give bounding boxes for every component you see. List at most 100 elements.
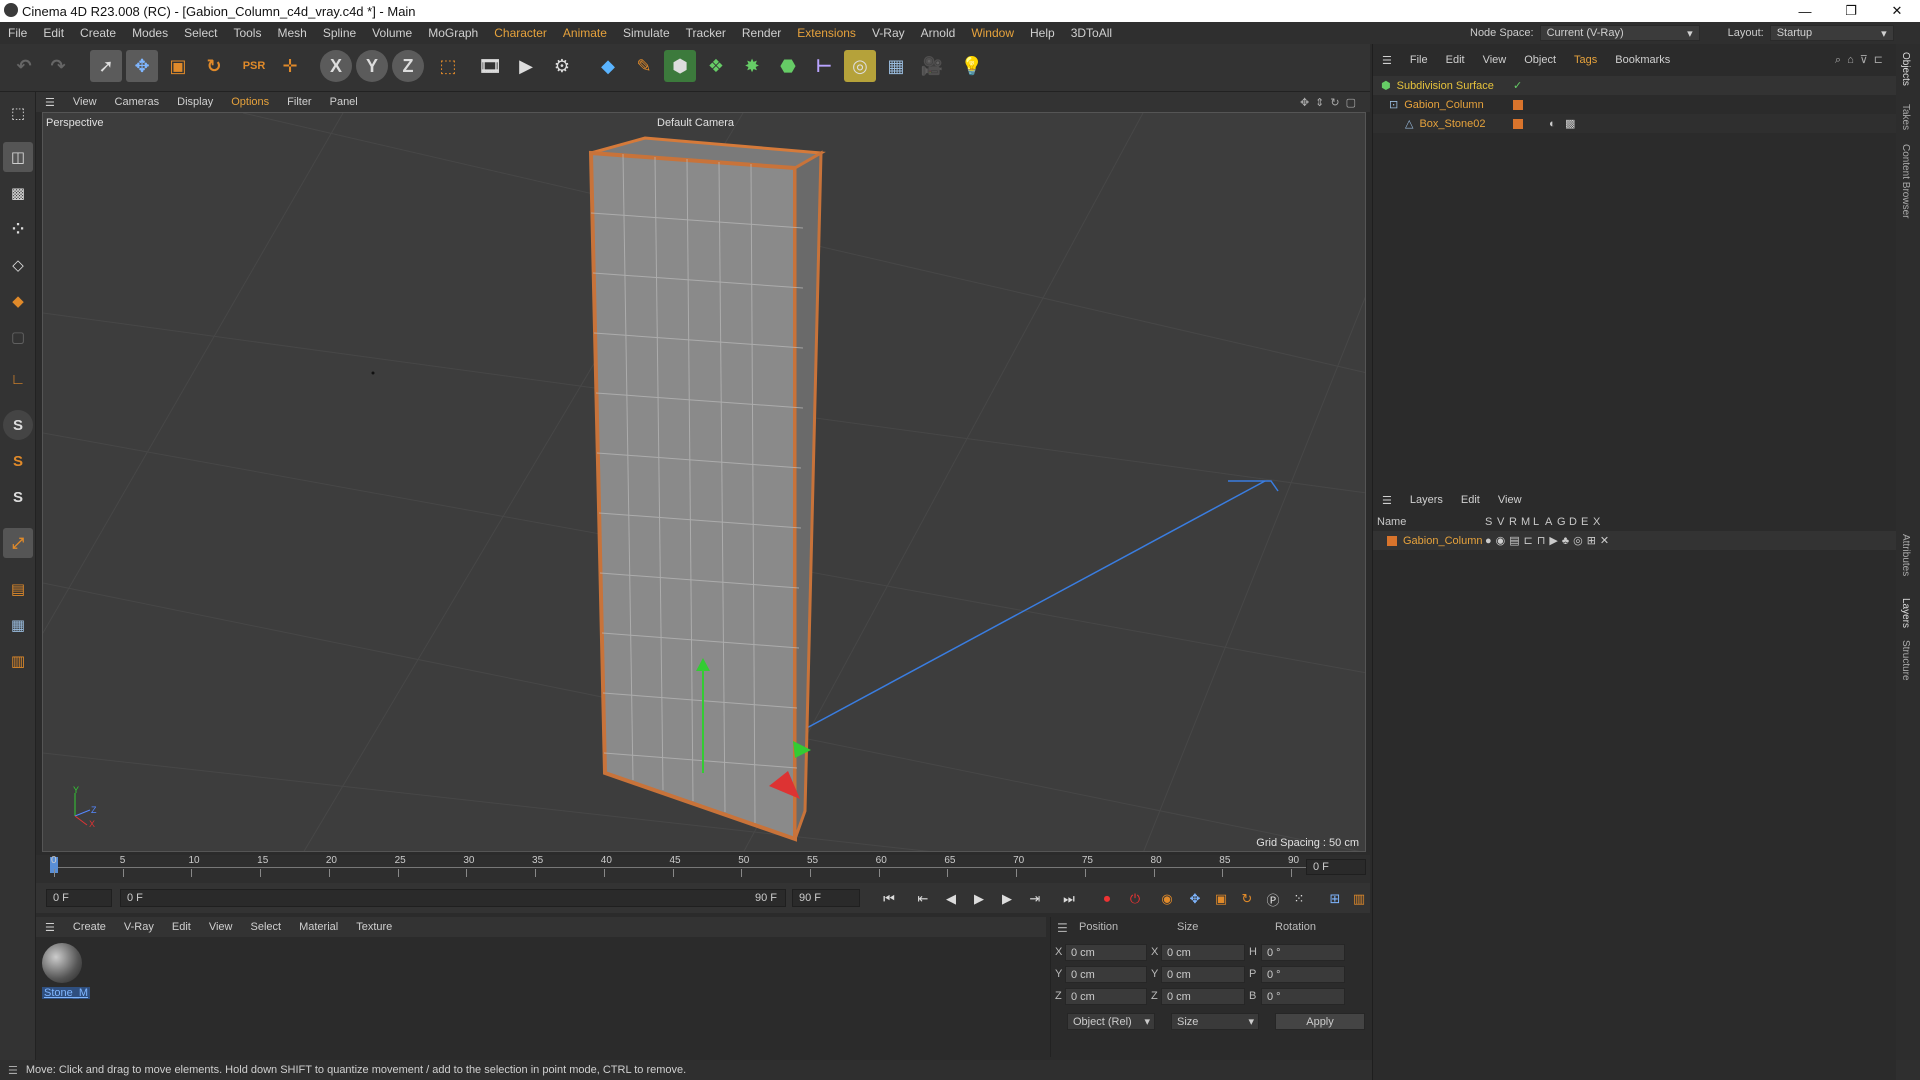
mograph-cloner-icon[interactable]: ✸ [736, 50, 768, 82]
subdivision-surface-icon[interactable]: ⬢ [664, 50, 696, 82]
object-menu-view[interactable]: View [1474, 54, 1516, 66]
material-menu-edit[interactable]: Edit [163, 921, 200, 933]
previous-frame-icon[interactable]: ◀ [940, 889, 962, 909]
x-axis-lock-button[interactable]: X [320, 50, 352, 82]
menu-tools[interactable]: Tools [225, 26, 269, 40]
camera-icon[interactable]: 🎥 [916, 50, 948, 82]
axis-mode-icon[interactable]: ∟ [3, 364, 33, 394]
viewport-menu-options[interactable]: Options [222, 96, 278, 108]
minimize-button[interactable]: — [1782, 0, 1828, 22]
move-icon[interactable]: ✥ [126, 50, 158, 82]
layer-flag-icons[interactable]: ●◉▤⊏⊓▶♣◎⊞✕ [1485, 534, 1613, 547]
deformer-icon[interactable]: ⬣ [772, 50, 804, 82]
restore-button[interactable]: ❐ [1828, 0, 1874, 22]
snap-icon[interactable]: S [3, 410, 33, 440]
menu-spline[interactable]: Spline [315, 26, 364, 40]
pen-spline-icon[interactable]: ✎ [628, 50, 660, 82]
menu-create[interactable]: Create [72, 26, 124, 40]
next-frame-icon[interactable]: ▶ [996, 889, 1018, 909]
material-menu-material[interactable]: Material [290, 921, 347, 933]
menu-character[interactable]: Character [486, 26, 555, 40]
model-mode-icon[interactable]: ◫ [3, 142, 33, 172]
layers-menu-view[interactable]: View [1489, 494, 1531, 506]
viewport-menu-view[interactable]: View [64, 96, 106, 108]
layers-menu-edit[interactable]: Edit [1452, 494, 1489, 506]
menu-help[interactable]: Help [1022, 26, 1063, 40]
object-menu-bookmarks[interactable]: Bookmarks [1606, 54, 1679, 66]
key-parameter-icon[interactable]: Ⓟ [1262, 889, 1284, 909]
scale-icon[interactable]: ▣ [162, 50, 194, 82]
coordinate-system-icon[interactable]: ⬚ [432, 50, 464, 82]
menu-mesh[interactable]: Mesh [269, 26, 314, 40]
light-icon[interactable]: 💡 [956, 50, 988, 82]
go-to-start-icon[interactable]: ⏮ [878, 889, 900, 909]
menu-tracker[interactable]: Tracker [678, 26, 734, 40]
layer-color-swatch[interactable] [1387, 535, 1397, 546]
object-manager-tool-icons[interactable]: ⌕⌂⊽⊏ [1835, 53, 1889, 67]
layer-row-gabion-column[interactable]: Gabion_Column ●◉▤⊏⊓▶♣◎⊞✕ [1373, 531, 1897, 550]
gabion-column-model[interactable] [588, 136, 826, 842]
menu-select[interactable]: Select [176, 26, 225, 40]
start-frame-field[interactable]: 0 F [46, 889, 112, 907]
camera-label[interactable]: Default Camera [657, 117, 734, 129]
key-pla-icon[interactable]: ⁙ [1288, 889, 1310, 909]
checker-tag-icon[interactable]: ▩ [1565, 117, 1575, 130]
material-menu-select[interactable]: Select [242, 921, 291, 933]
go-to-end-icon[interactable]: ⏭ [1058, 889, 1080, 909]
object-menu-object[interactable]: Object [1515, 54, 1565, 66]
menu-file[interactable]: File [0, 26, 35, 40]
recent-tool-icon[interactable]: ✛ [274, 50, 306, 82]
layer-color-swatch[interactable] [1513, 118, 1523, 129]
material-tag-icon[interactable]: ◐ [1549, 118, 1556, 130]
polygons-mode-icon[interactable]: ◆ [3, 286, 33, 316]
perspective-viewport[interactable]: Perspective Default Camera Grid Spacing … [42, 112, 1366, 852]
rotation-b-field[interactable]: 0 ° [1261, 988, 1345, 1005]
layout-dropdown[interactable]: Startup ▾ [1769, 25, 1894, 41]
menu-animate[interactable]: Animate [555, 26, 615, 40]
cube-object-icon[interactable]: ◆ [592, 50, 624, 82]
rotation-h-field[interactable]: 0 ° [1261, 944, 1345, 961]
layer-color-swatch[interactable] [1513, 99, 1523, 110]
previous-key-icon[interactable]: ⇤ [912, 889, 934, 909]
node-space-dropdown[interactable]: Current (V-Ray) ▾ [1539, 25, 1700, 41]
object-menu-file[interactable]: File [1401, 54, 1437, 66]
viewport-menu-display[interactable]: Display [168, 96, 222, 108]
object-row-box-stone02[interactable]: △ Box_Stone02 ◐ ▩ [1373, 114, 1897, 133]
y-axis-lock-button[interactable]: Y [356, 50, 388, 82]
render-view-icon[interactable]: ▶ [510, 50, 542, 82]
hamburger-icon[interactable]: ☰ [0, 1064, 26, 1077]
grid-icon[interactable]: ▦ [3, 610, 33, 640]
render-region-icon[interactable]: 🎞 [474, 50, 506, 82]
end-frame-field[interactable]: 90 F [792, 889, 860, 907]
size-z-field[interactable]: 0 cm [1161, 988, 1245, 1005]
key-rotation-icon[interactable]: ↻ [1236, 889, 1258, 909]
object-menu-tags[interactable]: Tags [1565, 54, 1606, 66]
tab-objects[interactable]: Objects [1900, 52, 1911, 86]
menu-window[interactable]: Window [963, 26, 1022, 40]
menu-edit[interactable]: Edit [35, 26, 72, 40]
record-icon[interactable]: ⏺ [1096, 889, 1118, 909]
film-icon[interactable]: ▥ [1348, 889, 1370, 909]
object-menu-edit[interactable]: Edit [1437, 54, 1474, 66]
hamburger-icon[interactable]: ☰ [36, 96, 64, 109]
coordinate-mode-dropdown[interactable]: Object (Rel) ▾ [1067, 1013, 1155, 1030]
object-row-gabion-column[interactable]: ⊡ Gabion_Column [1373, 95, 1897, 114]
field-icon[interactable]: ◎ [844, 50, 876, 82]
position-z-field[interactable]: 0 cm [1065, 988, 1147, 1005]
hamburger-icon[interactable]: ☰ [1373, 54, 1401, 67]
render-settings-icon[interactable]: ⚙ [546, 50, 578, 82]
hamburger-icon[interactable]: ☰ [1373, 494, 1401, 507]
viewport-menu-panel[interactable]: Panel [321, 96, 367, 108]
autokey-icon[interactable]: ⏻ [1124, 889, 1146, 909]
menu-vray[interactable]: V-Ray [864, 26, 913, 40]
enabled-check-icon[interactable]: ✓ [1513, 79, 1522, 92]
bend-deformer-icon[interactable]: ⊢ [808, 50, 840, 82]
material-menu-vray[interactable]: V-Ray [115, 921, 163, 933]
close-button[interactable]: ✕ [1874, 0, 1920, 22]
tab-content-browser[interactable]: Content Browser [1900, 144, 1911, 218]
viewport-menu-cameras[interactable]: Cameras [106, 96, 169, 108]
schedule-icon[interactable]: ⊞ [1324, 889, 1346, 909]
tab-takes[interactable]: Takes [1900, 104, 1911, 130]
menu-modes[interactable]: Modes [124, 26, 176, 40]
workplane-icon[interactable]: ▤ [3, 574, 33, 604]
